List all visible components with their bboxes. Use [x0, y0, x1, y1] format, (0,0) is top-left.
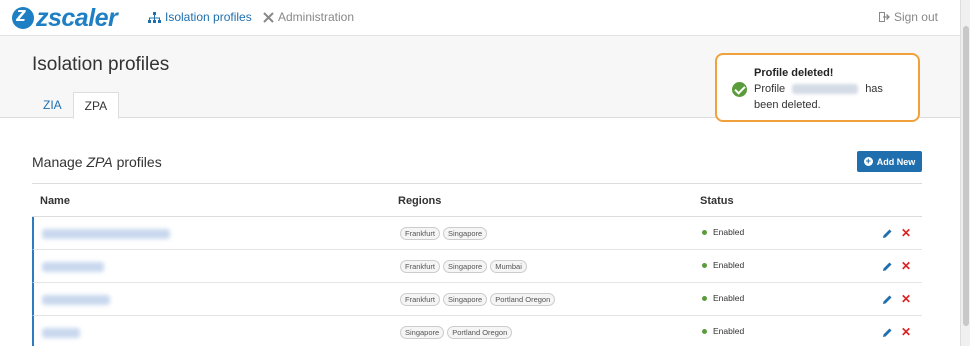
sitemap-icon — [148, 11, 161, 23]
signout-icon — [878, 12, 890, 22]
tools-icon — [263, 11, 274, 23]
table-row[interactable]: Frankfurt Singapore Enabled ✕ — [32, 217, 922, 250]
nav-isolation-label: Isolation profiles — [165, 10, 252, 24]
toast-title: Profile deleted! — [754, 67, 834, 79]
region-chip: Singapore — [443, 293, 488, 306]
add-new-button[interactable]: + Add New — [857, 151, 922, 172]
delete-x-icon[interactable]: ✕ — [901, 326, 913, 338]
section-title-em: ZPA — [86, 154, 113, 170]
status-text: Enabled — [713, 260, 745, 270]
redacted-profile-name — [792, 84, 859, 94]
delete-x-icon[interactable]: ✕ — [901, 227, 913, 239]
delete-x-icon[interactable]: ✕ — [901, 293, 913, 305]
table-header: Name Regions Status — [32, 183, 922, 217]
nav-isolation-profiles[interactable]: Isolation profiles — [148, 10, 252, 24]
region-chip: Portland Oregon — [490, 293, 556, 306]
signout-label: Sign out — [893, 10, 938, 24]
zscaler-logo-mark — [12, 4, 34, 29]
status-text: Enabled — [713, 326, 745, 336]
redacted-profile-name[interactable] — [42, 295, 110, 305]
region-chip: Frankfurt — [400, 227, 441, 240]
status-cell: Enabled — [702, 326, 744, 336]
tab-zpa[interactable]: ZPA — [72, 92, 120, 119]
table-row[interactable]: Frankfurt Singapore Portland Oregon Enab… — [32, 283, 922, 316]
status-text: Enabled — [713, 227, 745, 237]
top-navbar: zscaler Isolation profiles Administratio… — [0, 0, 960, 36]
region-chip: Singapore — [443, 260, 488, 273]
table-row[interactable]: Frankfurt Singapore Mumbai Enabled ✕ — [32, 250, 922, 283]
redacted-profile-name[interactable] — [42, 328, 80, 338]
nav-administration[interactable]: Administration — [263, 10, 354, 24]
region-chip: Mumbai — [490, 260, 527, 273]
pencil-icon[interactable] — [881, 327, 893, 339]
pencil-icon[interactable] — [881, 294, 893, 306]
status-dot-icon — [702, 229, 707, 235]
table-row[interactable]: Singapore Portland Oregon Enabled ✕ — [32, 316, 922, 346]
redacted-profile-name[interactable] — [42, 229, 170, 239]
regions-cell: Frankfurt Singapore Mumbai — [400, 260, 527, 273]
region-chip: Singapore — [400, 326, 445, 339]
pencil-icon[interactable] — [881, 261, 893, 273]
toast-message-line1: Profile has — [754, 83, 883, 95]
tab-zia[interactable]: ZIA — [32, 92, 73, 119]
plus-circle-icon: + — [863, 156, 873, 166]
nav-admin-label: Administration — [278, 10, 355, 24]
add-new-label: Add New — [876, 156, 916, 167]
signout-link[interactable]: Sign out — [878, 10, 938, 24]
header-regions: Regions — [398, 195, 442, 207]
header-name: Name — [40, 195, 70, 207]
profile-tabs: ZIA ZPA — [32, 92, 120, 119]
status-cell: Enabled — [702, 227, 744, 237]
brand-name: zscaler — [36, 3, 118, 32]
toast-prefix: Profile — [754, 83, 786, 95]
profiles-table: Name Regions Status Frankfurt Singapore … — [32, 183, 922, 346]
redacted-profile-name[interactable] — [42, 262, 104, 272]
status-dot-icon — [702, 328, 707, 334]
check-circle-icon — [732, 82, 747, 97]
status-text: Enabled — [713, 293, 745, 303]
zscaler-logo[interactable]: zscaler — [12, 3, 118, 32]
regions-cell: Frankfurt Singapore — [400, 227, 488, 240]
region-chip: Singapore — [443, 227, 488, 240]
pencil-icon[interactable] — [881, 228, 893, 240]
section-title-suffix: profiles — [112, 154, 162, 170]
region-chip: Frankfurt — [400, 260, 441, 273]
toast-suffix: has — [865, 83, 883, 95]
status-cell: Enabled — [702, 293, 744, 303]
status-cell: Enabled — [702, 260, 744, 270]
regions-cell: Singapore Portland Oregon — [400, 326, 513, 339]
status-dot-icon — [702, 295, 707, 301]
success-toast: Profile deleted! Profile has been delete… — [715, 53, 920, 122]
section-title-prefix: Manage — [32, 154, 87, 170]
header-status: Status — [700, 195, 734, 207]
delete-x-icon[interactable]: ✕ — [901, 260, 913, 272]
scrollbar-thumb[interactable] — [963, 26, 969, 326]
page-title: Isolation profiles — [32, 54, 170, 75]
region-chip: Frankfurt — [400, 293, 441, 306]
status-dot-icon — [702, 262, 707, 268]
region-chip: Portland Oregon — [447, 326, 513, 339]
toast-message-line2: been deleted. — [754, 99, 821, 111]
regions-cell: Frankfurt Singapore Portland Oregon — [400, 293, 556, 306]
vertical-scrollbar[interactable] — [960, 0, 970, 346]
section-title: Manage ZPA profiles — [32, 154, 162, 170]
